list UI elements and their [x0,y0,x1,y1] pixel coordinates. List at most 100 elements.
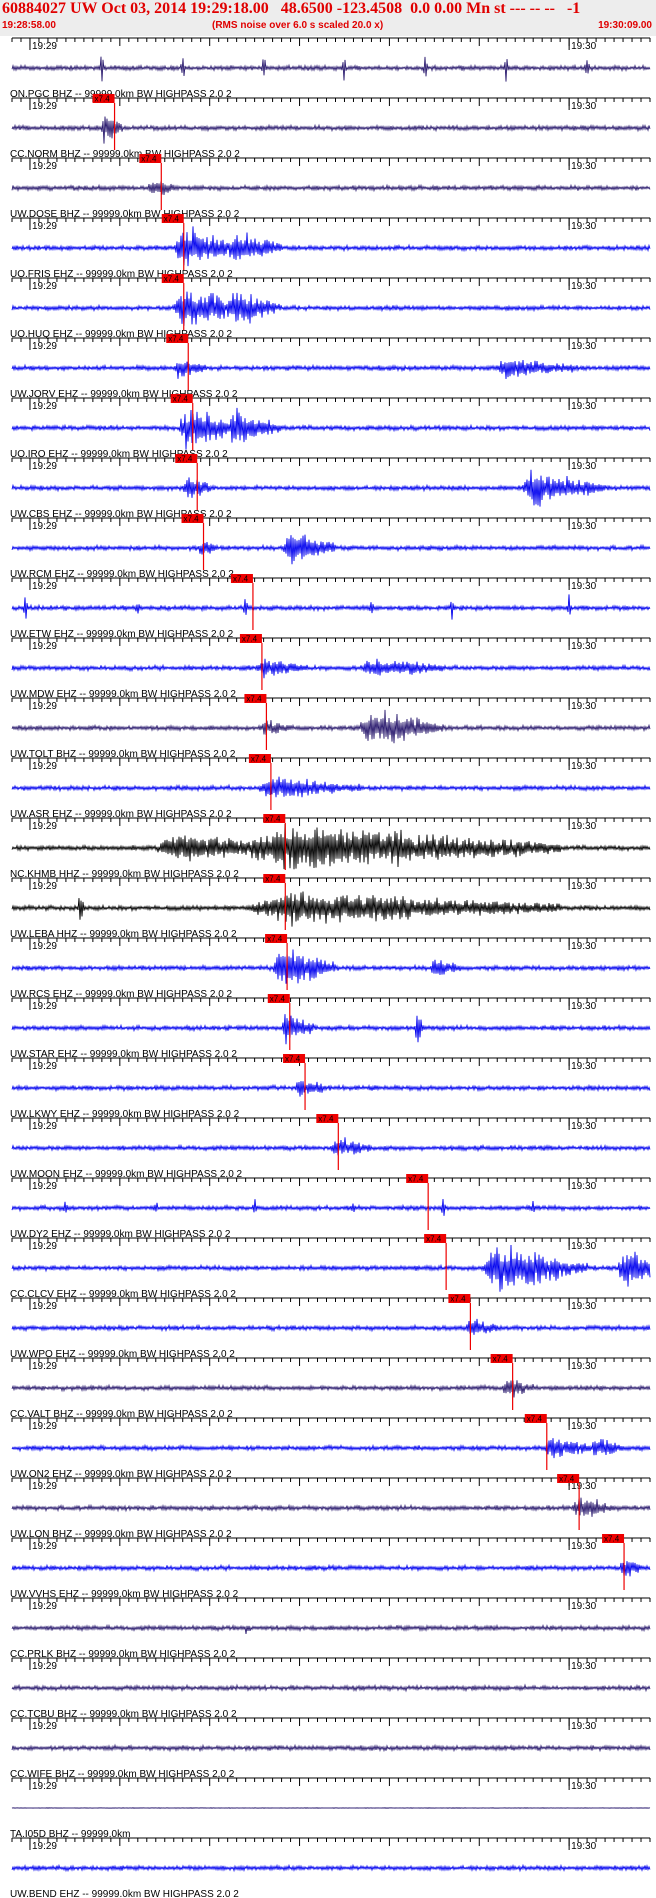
pick-label: x7.4 [318,1115,334,1124]
minute-label: 19:30 [571,161,596,172]
waveform [11,1081,651,1097]
station-label: UW.BEND EHZ -- 99999.0km BW HIGHPASS 2.0… [10,1889,239,1898]
minute-label: 19:30 [571,1841,596,1852]
minute-label: 19:29 [32,701,57,712]
trace-row: 19:29 19:30x7.4UO.IRO EHZ -- 99999.0km BW… [10,394,651,460]
waveform [11,1380,651,1398]
minute-label: 19:29 [32,1181,57,1192]
minute-label: 19:30 [571,1661,596,1672]
trace-row: 19:29 19:30x7.4UW.DY2 EHZ -- 99999.0km BW… [10,1174,651,1240]
minute-label: 19:29 [32,221,57,232]
noise-note: (RMS noise over 6.0 s scaled 20.0 x) [212,20,384,31]
minute-label: 19:30 [571,1061,596,1072]
pick-label: x7.4 [184,515,200,524]
minute-label: 19:30 [571,341,596,352]
pick-label: x7.4 [408,1175,424,1184]
waveform [11,709,651,744]
trace-row: 19:29 19:30x7.4UO.HUQ EHZ -- 99999.0km BW… [10,274,651,340]
waveform [11,1863,651,1873]
trace-row: 19:29 19:30x7.4UW.CBS EHZ -- 99999.0km BW… [10,454,651,520]
minute-label: 19:29 [32,641,57,652]
minute-label: 19:29 [32,881,57,892]
start-time: 19:28:58.00 [2,20,56,31]
minute-label: 19:30 [571,1781,596,1792]
waveform [11,658,651,679]
waveform [11,1198,651,1216]
minute-label: 19:29 [32,761,57,772]
trace-row: 19:29 19:30x7.4UW.ON2 EHZ -- 99999.0km BW… [10,1414,651,1480]
pick-label: x7.4 [265,875,281,884]
pick-label: x7.4 [251,755,267,764]
minute-label: 19:30 [571,1601,596,1612]
minute-label: 19:29 [32,1661,57,1672]
trace-row: 19:29 19:30x7.4UW.JORV EHZ -- 99999.0km B… [10,334,651,400]
trace-row: 19:29 19:30x7.4UO.FRIS EHZ -- 99999.0km B… [10,214,651,280]
minute-label: 19:29 [32,1241,57,1252]
minute-label: 19:29 [32,521,57,532]
waveform [11,1497,651,1517]
minute-label: 19:29 [32,161,57,172]
waveform [11,823,651,870]
minute-label: 19:30 [571,461,596,472]
trace-row: 19:29 19:30TA.I05D BHZ -- 99999.0km [10,1777,651,1840]
waveform [11,291,651,326]
pick-label: x7.4 [450,1295,466,1304]
minute-label: 19:29 [32,1841,57,1852]
minute-label: 19:30 [571,941,596,952]
waveform [11,226,651,267]
pick-label: x7.4 [168,335,184,344]
minute-label: 19:30 [571,221,596,232]
minute-label: 19:29 [32,581,57,592]
minute-label: 19:29 [32,101,57,112]
waveform [11,1743,651,1753]
minute-label: 19:29 [32,941,57,952]
header-bar: 60884027 UW Oct 03, 2014 19:29:18.00 48.… [0,0,656,36]
trace-row: 19:29 19:30CC.WIFE BHZ -- 99999.0km BW HI… [10,1717,651,1780]
waveform [11,181,651,196]
trace-row: 19:29 19:30x7.4UW.LKWY EHZ -- 99999.0km B… [10,1054,651,1120]
waveform [11,1137,651,1156]
trace-row: 19:29 19:30x7.4UW.WPO EHZ -- 99999.0km BW… [10,1294,651,1360]
minute-label: 19:30 [571,1541,596,1552]
minute-label: 19:29 [32,41,57,52]
pick-label: x7.4 [164,215,180,224]
trace-row: 19:29 19:30x7.4UW.MDW EHZ -- 99999.0km BW… [10,634,651,700]
waveform [11,891,651,927]
minute-label: 19:30 [571,1361,596,1372]
trace-row: 19:29 19:30x7.4UW.RCS EHZ -- 99999.0km BW… [10,934,651,1000]
waveform [11,469,651,507]
minute-label: 19:30 [571,761,596,772]
minute-label: 19:29 [32,1061,57,1072]
waveform [11,949,651,984]
trace-row: 19:29 19:30x7.4UW.ASR EHZ -- 99999.0km BW… [10,754,651,820]
minute-label: 19:30 [571,1421,596,1432]
minute-label: 19:30 [571,1181,596,1192]
minute-label: 19:30 [571,1001,596,1012]
waveform [11,534,651,565]
minute-label: 19:30 [571,701,596,712]
minute-label: 19:29 [32,281,57,292]
trace-row: 19:29 19:30x7.4UW.LEBA HHZ -- 99999.0km B… [10,874,651,940]
minute-label: 19:30 [571,641,596,652]
pick-label: x7.4 [270,995,286,1004]
trace-row: 19:29 19:30x7.4CC.VALT BHZ -- 99999.0km B… [10,1354,651,1420]
minute-label: 19:29 [32,1601,57,1612]
minute-label: 19:29 [32,1781,57,1792]
trace-row: 19:29 19:30x7.4UW.MOON EHZ -- 99999.0km B… [10,1114,651,1180]
trace-row: 19:29 19:30x7.4UW.DOSE BHZ -- 99999.0km B… [10,154,651,220]
waveform [11,1244,651,1292]
trace-row: 19:29 19:30x7.4UW.VVHS EHZ -- 99999.0km B… [10,1534,651,1600]
pick-label: x7.4 [177,455,193,464]
minute-label: 19:30 [571,1241,596,1252]
pick-label: x7.4 [285,1055,301,1064]
minute-label: 19:30 [571,881,596,892]
minute-label: 19:29 [32,461,57,472]
minute-label: 19:30 [571,581,596,592]
minute-label: 19:30 [571,281,596,292]
pick-label: x7.4 [242,635,258,644]
waveform [11,1683,651,1693]
trace-row: 19:29 19:30x7.4UW.TOLT BHZ -- 99999.0km B… [10,694,651,760]
pick-label: x7.4 [173,395,189,404]
seismogram-chart: 19:29 19:30ON.PGC BHZ -- 99999.0km BW HIG… [10,37,651,1898]
waveform [11,359,651,380]
